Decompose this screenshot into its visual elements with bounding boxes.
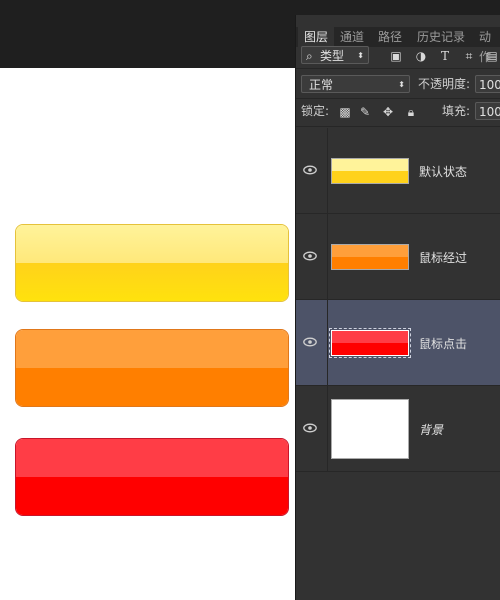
button-active-state xyxy=(15,438,289,516)
eye-visibility-icon[interactable] xyxy=(303,423,317,433)
button-base xyxy=(16,477,288,515)
tab-layers[interactable]: 图层 xyxy=(298,27,335,47)
fill-label: 填充: xyxy=(442,104,471,118)
eye-visibility-icon[interactable] xyxy=(303,165,317,175)
layer-filter-select[interactable]: ⌕ 类型 ⬍ xyxy=(301,46,369,64)
lock-pixels-brush-icon[interactable]: ✎ xyxy=(358,103,372,121)
layer-row-active-selected[interactable]: 鼠标点击 xyxy=(296,300,500,386)
image-filter-icon[interactable]: ▣ xyxy=(389,47,403,65)
shape-filter-icon[interactable]: ⌗ xyxy=(462,47,476,65)
button-base xyxy=(16,263,288,301)
layer-thumbnail xyxy=(331,158,409,184)
smart-object-filter-icon[interactable]: ▤ xyxy=(485,47,499,65)
filter-label: 类型 xyxy=(320,49,345,63)
layer-thumbnail xyxy=(329,328,411,358)
tab-channels[interactable]: 通道 xyxy=(334,27,370,47)
button-base xyxy=(16,368,288,406)
layer-name[interactable]: 鼠标点击 xyxy=(419,335,467,352)
button-hover-state xyxy=(15,329,289,407)
button-default-state xyxy=(15,224,289,302)
opacity-label: 不透明度: xyxy=(418,77,471,91)
tab-paths[interactable]: 路径 xyxy=(372,27,408,47)
tab-actions[interactable]: 动作 xyxy=(473,27,500,64)
adjustment-filter-icon[interactable]: ◑ xyxy=(414,47,428,65)
opacity-input[interactable]: 100% xyxy=(475,75,500,93)
lock-transparency-icon[interactable]: ▩ xyxy=(338,103,352,121)
lock-all-padlock-icon[interactable]: 🔒︎ xyxy=(404,103,418,121)
layer-thumbnail xyxy=(331,244,409,270)
layer-thumbnail xyxy=(331,399,409,459)
layer-name[interactable]: 默认状态 xyxy=(419,163,467,180)
eye-visibility-icon[interactable] xyxy=(303,251,317,261)
layer-row-hover[interactable]: 鼠标经过 xyxy=(296,214,500,300)
layer-name[interactable]: 鼠标经过 xyxy=(419,249,467,266)
tab-history[interactable]: 历史记录 xyxy=(411,27,471,47)
layer-row-background[interactable]: 背景 xyxy=(296,386,500,472)
lock-label: 锁定: xyxy=(301,104,330,118)
dropdown-arrow-icon: ⬍ xyxy=(398,80,405,89)
lock-position-move-icon[interactable]: ✥ xyxy=(381,103,395,121)
fill-input[interactable]: 100% xyxy=(475,102,500,120)
layers-panel: 图层 通道 路径 历史记录 动作 ⌕ 类型 ⬍ ▣ ◑ T ⌗ ▤ 正常 ⬍ 不… xyxy=(295,15,500,600)
layer-name[interactable]: 背景 xyxy=(419,421,443,438)
search-icon: ⌕ xyxy=(306,49,313,63)
dropdown-arrow-icon: ⬍ xyxy=(357,51,364,60)
blend-mode-value: 正常 xyxy=(309,78,334,92)
eye-visibility-icon[interactable] xyxy=(303,337,317,347)
button-highlight xyxy=(16,330,288,368)
button-highlight xyxy=(16,439,288,477)
type-filter-icon[interactable]: T xyxy=(438,47,452,65)
button-highlight xyxy=(16,225,288,263)
blend-mode-select[interactable]: 正常 ⬍ xyxy=(301,75,410,93)
layer-row-default[interactable]: 默认状态 xyxy=(296,128,500,214)
panel-tabs: 图层 通道 路径 历史记录 动作 xyxy=(296,27,500,64)
